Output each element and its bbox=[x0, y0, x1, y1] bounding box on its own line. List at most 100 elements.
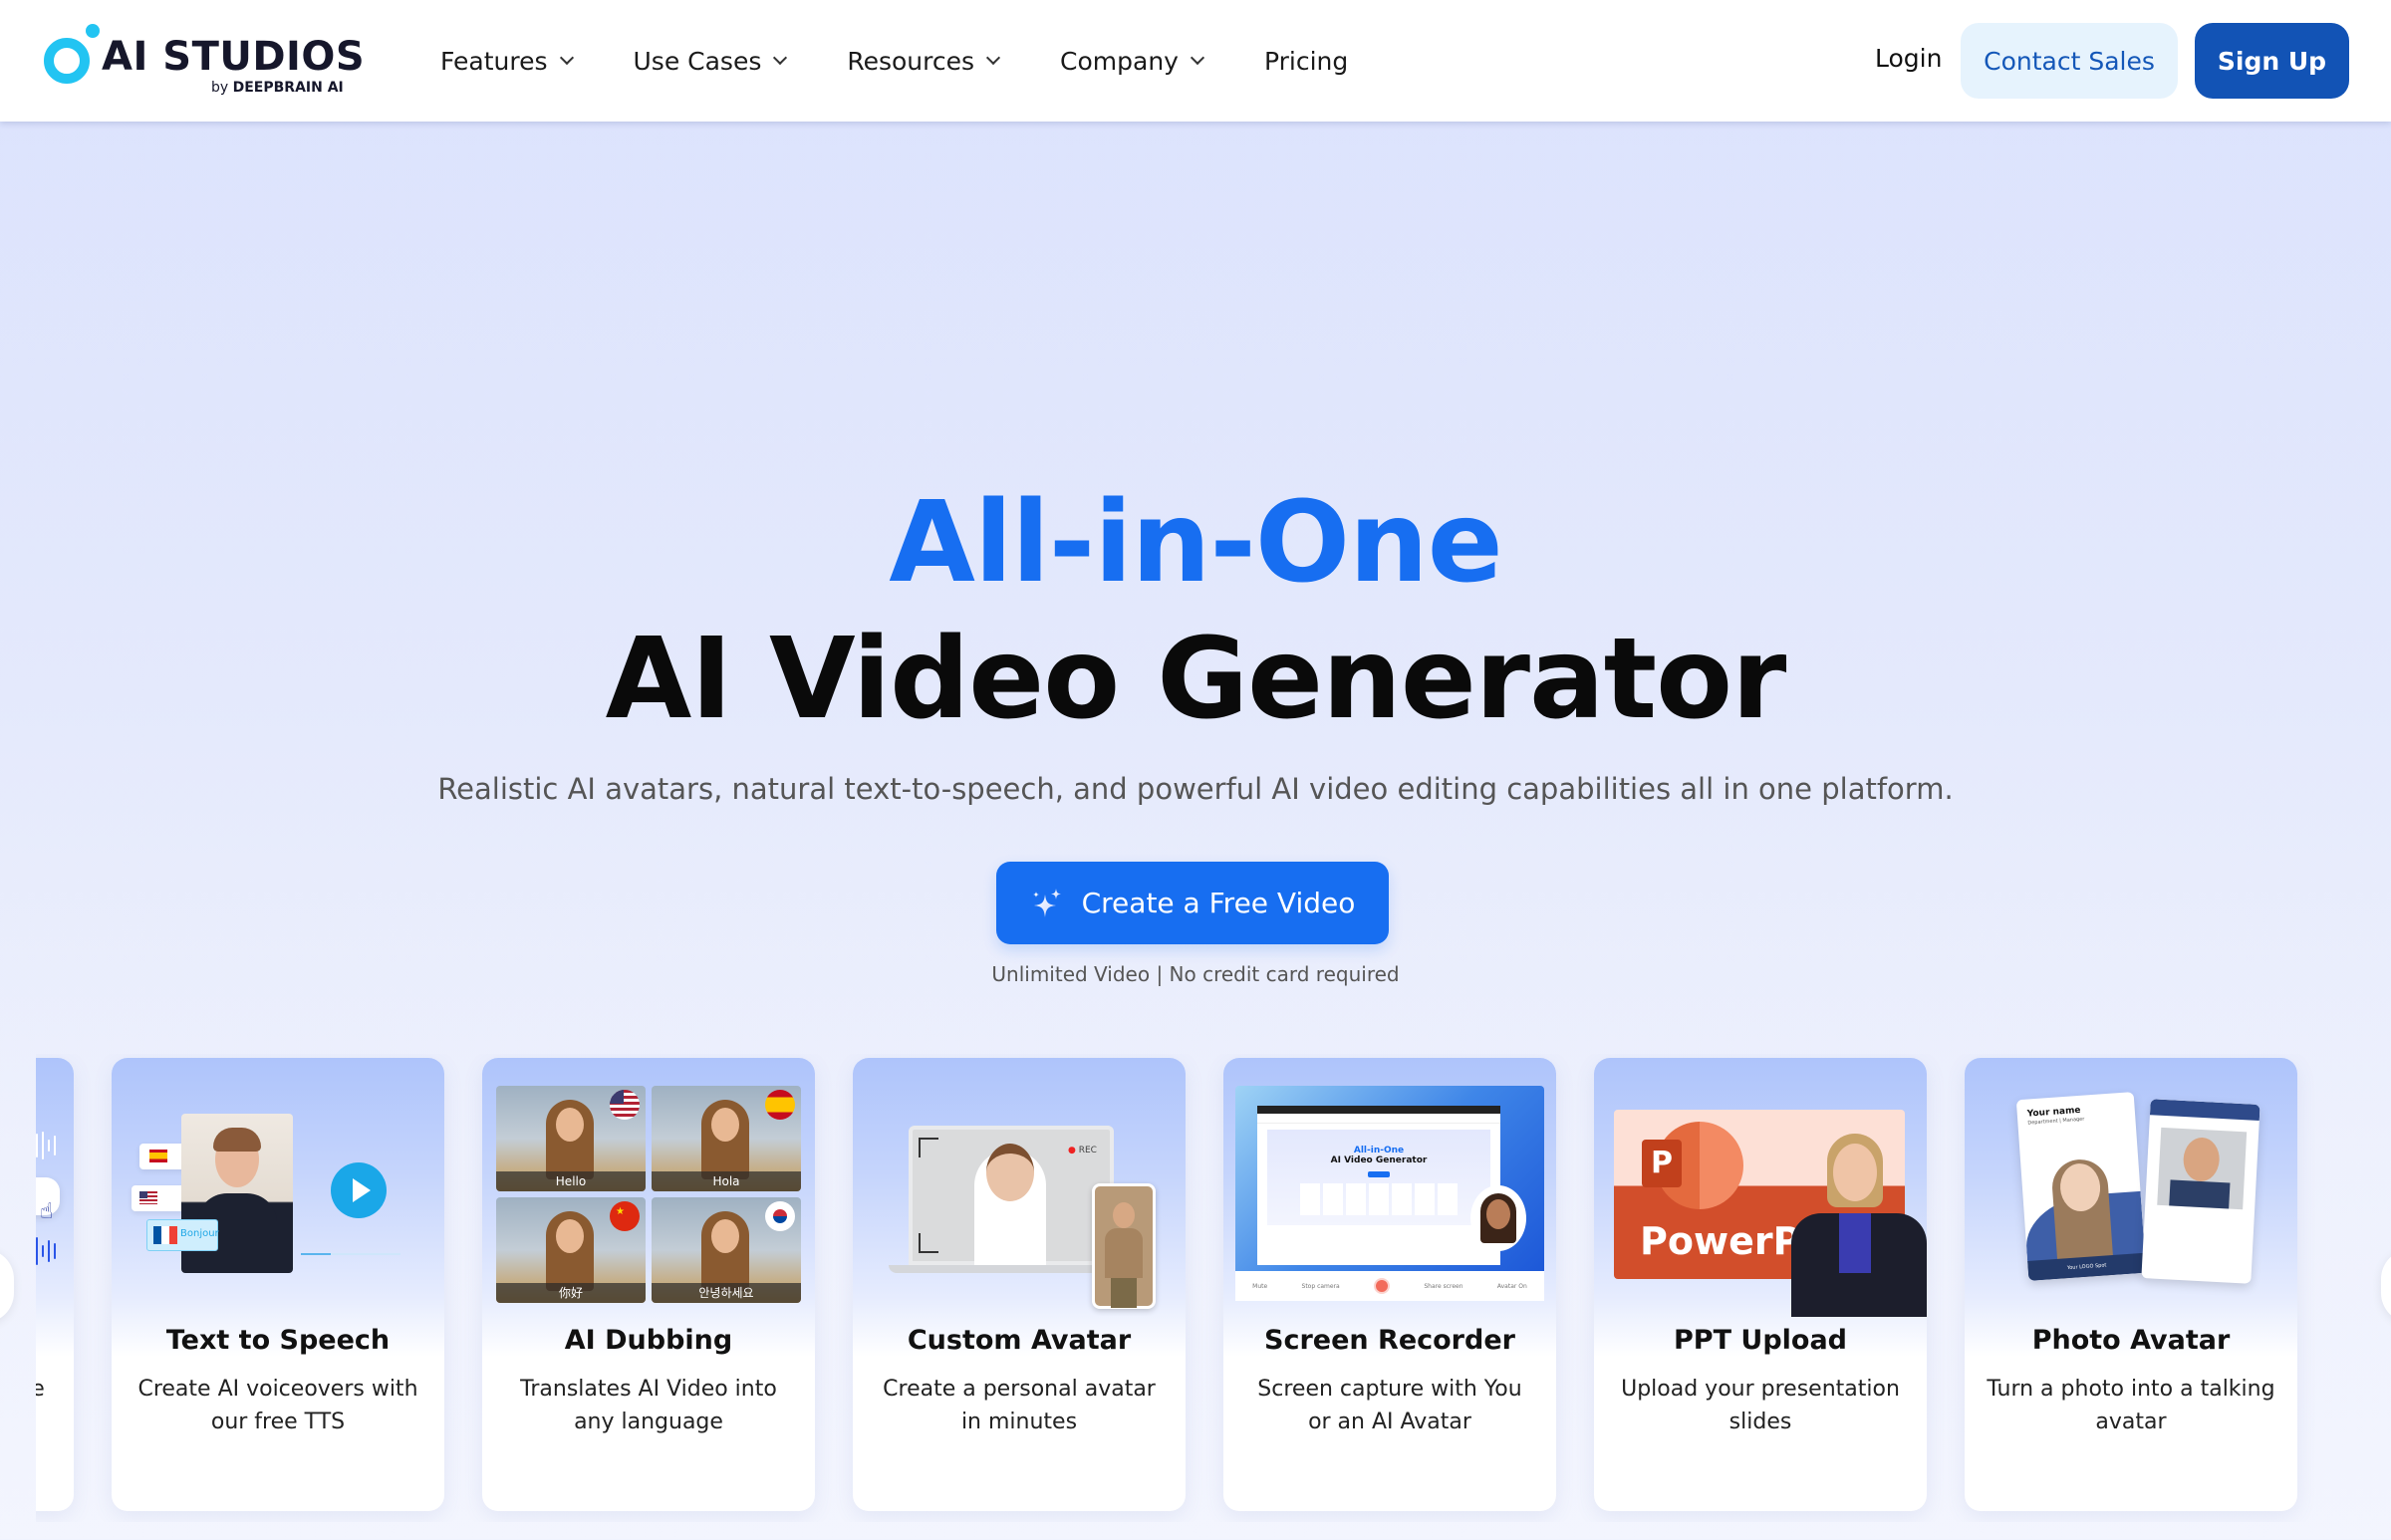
id-card-back bbox=[2141, 1099, 2260, 1284]
language-chip-french: Bonjour bbox=[146, 1219, 219, 1251]
site-header: AI STUDIOS by DEEPBRAIN AI Features Use … bbox=[0, 0, 2391, 122]
dub-tile-korean: 안녕하세요 bbox=[652, 1197, 801, 1303]
feature-card-photo-avatar[interactable]: Your name Department | Manager Your LOGO… bbox=[1965, 1058, 2297, 1511]
stop-camera-control[interactable]: Stop camera bbox=[1302, 1283, 1340, 1290]
chevron-down-icon bbox=[1190, 50, 1205, 66]
feature-card-voice-cloning[interactable]: Generate ☝ Voice Cloning Create your own… bbox=[36, 1058, 74, 1511]
avatar-hair bbox=[213, 1128, 261, 1152]
card-description: Turn a photo into a talking avatar bbox=[1987, 1377, 2275, 1434]
card-media: P PowerPoint bbox=[1594, 1058, 1927, 1357]
record-button-icon[interactable] bbox=[1374, 1278, 1391, 1294]
laptop-base bbox=[889, 1265, 1120, 1273]
card-media: Hello Hola ★ 你好 안녕하세요 bbox=[482, 1058, 815, 1357]
feature-card-text-to-speech[interactable]: Bonjour Text to Speech Create AI voiceov… bbox=[112, 1058, 444, 1511]
spain-flag-icon bbox=[149, 1150, 167, 1162]
logo-ring-icon bbox=[44, 38, 90, 84]
card-description: Create your own AI voice for TTS bbox=[36, 1377, 45, 1402]
spain-flag-icon bbox=[765, 1090, 795, 1120]
card-media: Your name Department | Manager Your LOGO… bbox=[1965, 1058, 2297, 1357]
card-description: Create AI voiceovers with our free TTS bbox=[137, 1377, 418, 1434]
waveform-blue bbox=[36, 1229, 56, 1273]
nav-label: Resources bbox=[847, 46, 975, 76]
card-title: Photo Avatar bbox=[2031, 1325, 2231, 1356]
nav-features[interactable]: Features bbox=[440, 46, 574, 76]
hand-cursor-icon: ☝ bbox=[40, 1199, 54, 1224]
play-button-icon bbox=[331, 1162, 387, 1218]
us-flag-icon bbox=[610, 1090, 640, 1120]
card-description: Create a personal avatar in minutes bbox=[883, 1377, 1156, 1434]
contact-sales-button[interactable]: Contact Sales bbox=[1961, 23, 2178, 99]
dub-tile-spanish: Hola bbox=[652, 1086, 801, 1191]
us-flag-icon bbox=[139, 1191, 157, 1204]
presenter-avatar bbox=[1783, 1134, 1927, 1317]
hero-title-highlight: All-in-One bbox=[889, 478, 1502, 608]
laptop-screen: ● REC bbox=[909, 1126, 1114, 1265]
carousel-next-button[interactable] bbox=[2381, 1249, 2391, 1323]
logo[interactable]: AI STUDIOS by DEEPBRAIN AI bbox=[40, 22, 365, 102]
desktop-wallpaper: All-in-One AI Video Generator bbox=[1235, 1086, 1544, 1271]
card-media: All-in-One AI Video Generator Mute Stop … bbox=[1223, 1058, 1556, 1357]
nav-pricing[interactable]: Pricing bbox=[1264, 47, 1348, 76]
france-flag-icon bbox=[153, 1226, 177, 1244]
nav-resources[interactable]: Resources bbox=[847, 46, 1001, 76]
nav-company[interactable]: Company bbox=[1060, 46, 1205, 76]
cta-label: Create a Free Video bbox=[1081, 887, 1356, 919]
feature-card-ai-dubbing[interactable]: Hello Hola ★ 你好 안녕하세요 AI Dubbing Transla… bbox=[482, 1058, 815, 1511]
share-screen-control[interactable]: Share screen bbox=[1424, 1283, 1462, 1290]
rec-indicator: ● REC bbox=[1068, 1146, 1097, 1155]
logo-sub-prefix: by bbox=[211, 80, 233, 96]
nav-use-cases[interactable]: Use Cases bbox=[634, 47, 788, 76]
card-title: PPT Upload bbox=[1674, 1325, 1847, 1356]
card-title: Custom Avatar bbox=[907, 1325, 1132, 1356]
recorder-controls: Mute Stop camera Share screen Avatar On bbox=[1235, 1271, 1544, 1301]
language-chip-english bbox=[132, 1185, 185, 1211]
hero-subtitle: Realistic AI avatars, natural text-to-sp… bbox=[437, 772, 1954, 806]
china-flag-icon: ★ bbox=[610, 1201, 640, 1231]
main-nav: Features Use Cases Resources Company Pri… bbox=[440, 0, 1348, 122]
create-free-video-button[interactable]: Create a Free Video bbox=[996, 862, 1389, 944]
dub-tile-chinese: ★ 你好 bbox=[496, 1197, 646, 1303]
chevron-down-icon bbox=[985, 50, 1001, 66]
feature-card-screen-recorder[interactable]: All-in-One AI Video Generator Mute Stop … bbox=[1223, 1058, 1556, 1511]
caption: Hola bbox=[652, 1171, 801, 1191]
card-title: Text to Speech bbox=[165, 1325, 391, 1356]
card-description: Translates AI Video into any language bbox=[520, 1377, 777, 1434]
card-title: Voice Cloning bbox=[36, 1325, 74, 1356]
chip-text: Bonjour bbox=[180, 1228, 219, 1239]
powerpoint-logo-icon: P bbox=[1642, 1140, 1682, 1187]
card-media: Generate ☝ bbox=[36, 1058, 74, 1357]
korea-flag-icon bbox=[765, 1201, 795, 1231]
caption: 안녕하세요 bbox=[652, 1283, 801, 1303]
waveform-white bbox=[36, 1126, 56, 1165]
nav-label: Features bbox=[440, 46, 548, 76]
avatar-on-control[interactable]: Avatar On bbox=[1497, 1283, 1527, 1290]
sign-up-button[interactable]: Sign Up bbox=[2195, 23, 2349, 99]
nav-label: Company bbox=[1060, 46, 1179, 76]
caption: Hello bbox=[496, 1171, 646, 1191]
feature-card-custom-avatar[interactable]: ● REC Custom Avatar Create a personal av… bbox=[853, 1058, 1186, 1511]
logo-sub-brand: DEEPBRAIN AI bbox=[232, 80, 344, 96]
card-media: Bonjour bbox=[112, 1058, 444, 1357]
phone-preview bbox=[1092, 1183, 1156, 1309]
chevron-down-icon bbox=[773, 50, 788, 66]
id-card-front: Your name Department | Manager Your LOGO… bbox=[2015, 1092, 2147, 1281]
mini-title-highlight: All-in-One bbox=[1353, 1146, 1405, 1155]
sparkles-icon bbox=[1032, 888, 1061, 917]
nav-label: Pricing bbox=[1263, 46, 1349, 76]
rec-label: REC bbox=[1078, 1146, 1097, 1155]
logo-dot-icon bbox=[86, 24, 100, 38]
card-description: Screen capture with You or an AI Avatar bbox=[1257, 1377, 1522, 1434]
chevron-down-icon bbox=[559, 50, 574, 66]
card-description: Upload your presentation slides bbox=[1621, 1377, 1900, 1434]
caption: 你好 bbox=[496, 1283, 646, 1303]
login-link[interactable]: Login bbox=[1875, 44, 1942, 73]
logo-subtitle: by DEEPBRAIN AI bbox=[211, 80, 344, 96]
carousel-prev-button[interactable] bbox=[0, 1249, 14, 1323]
feature-card-ppt-upload[interactable]: P PowerPoint PPT Upload Upload your pres… bbox=[1594, 1058, 1927, 1511]
mini-title: AI Video Generator bbox=[1330, 1155, 1428, 1165]
mute-control[interactable]: Mute bbox=[1252, 1283, 1267, 1290]
progress-track bbox=[301, 1253, 400, 1255]
logo-text: AI STUDIOS bbox=[102, 34, 366, 80]
feature-carousel: Generate ☝ Voice Cloning Create your own… bbox=[36, 1054, 2349, 1522]
avatar-bubble bbox=[1470, 1185, 1526, 1251]
